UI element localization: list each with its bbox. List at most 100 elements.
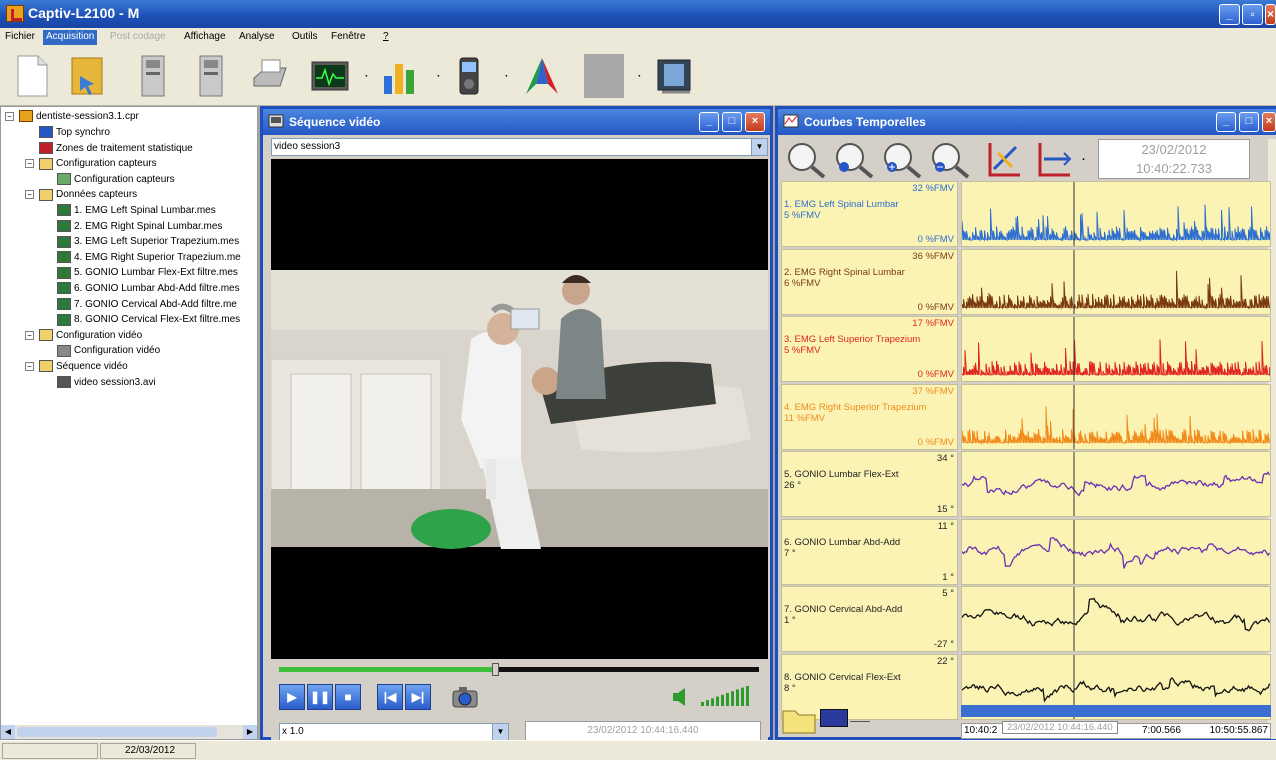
video-source-select[interactable]: video session3 ▼ [271, 138, 768, 156]
video-progress-handle[interactable] [492, 663, 499, 676]
color-swatch[interactable] [820, 709, 848, 727]
snapshot-camera-icon[interactable] [451, 683, 481, 711]
curves-window-titlebar[interactable]: Courbes Temporelles _ □ × [778, 109, 1276, 135]
volume-meter-icon[interactable] [699, 686, 751, 708]
tree-item[interactable]: 2. EMG Right Spinal Lumbar.mes [57, 219, 222, 234]
track-plot[interactable] [961, 586, 1271, 653]
track-label[interactable]: 17 %FMV 3. EMG Left Superior Trapezium 5 %… [781, 316, 958, 382]
video-dropdown[interactable]: · [505, 71, 508, 82]
chart-button[interactable] [376, 51, 424, 101]
track-plot[interactable] [961, 451, 1271, 518]
track-label[interactable]: 5 ° 7. GONIO Cervical Abd-Add 1 ° -27 ° [781, 586, 958, 652]
chevron-down-icon[interactable]: ▼ [751, 139, 767, 155]
video-file-button[interactable] [650, 51, 698, 101]
tree-item[interactable]: 1. EMG Left Spinal Lumbar.mes [57, 203, 216, 218]
curves-maximize-button[interactable]: □ [1239, 112, 1259, 132]
tree-expander[interactable]: − [25, 159, 34, 169]
video-camera-icon [459, 57, 479, 95]
open-button[interactable] [64, 51, 112, 101]
track-label[interactable]: 11 ° 6. GONIO Lumbar Abd-Add 7 ° 1 ° [781, 518, 958, 585]
tree-expander[interactable]: − [25, 190, 34, 200]
menu-analyse[interactable]: Analyse [236, 30, 278, 45]
print-button[interactable] [246, 51, 294, 101]
zoom-info-icon[interactable] [832, 139, 876, 179]
menu-help[interactable]: ? [380, 30, 392, 45]
monitor-dropdown[interactable]: · [365, 71, 368, 82]
tree-item[interactable]: Configuration vidéo [39, 328, 142, 343]
menu-fichier[interactable]: Fichier [2, 30, 38, 45]
track-label[interactable]: 34 ° 5. GONIO Lumbar Flex-Ext 26 ° 15 ° [781, 451, 958, 517]
track-plot[interactable] [961, 316, 1271, 383]
monitor-button[interactable] [306, 51, 354, 101]
video-minimize-button[interactable]: _ [699, 112, 719, 132]
curves-minimize-button[interactable]: _ [1216, 112, 1236, 132]
restore-button[interactable]: ▫ [1242, 4, 1263, 25]
track-label[interactable]: 37 %FMV 4. EMG Right Superior Trapezium 11… [781, 383, 958, 450]
playback-speed-select[interactable]: x 1.0 ▼ [279, 723, 509, 741]
speaker-icon[interactable] [671, 687, 691, 707]
close-button[interactable]: × [1265, 4, 1276, 25]
tree-root-collapse[interactable]: − [5, 112, 14, 121]
tree-item[interactable]: 4. EMG Right Superior Trapezium.me [57, 250, 241, 265]
zoom-in-icon[interactable] [880, 139, 924, 179]
zoom-icon[interactable] [784, 139, 828, 179]
scroll-right-button[interactable]: ▶ [243, 725, 257, 739]
track-label[interactable]: 32 %FMV 1. EMG Left Spinal Lumbar 5 %FMV 0 … [781, 181, 958, 247]
tree-item[interactable]: 7. GONIO Cervical Abd-Add filtre.me [57, 297, 237, 312]
folder-icon[interactable] [781, 705, 821, 735]
track-plot[interactable] [961, 383, 1271, 451]
zoom-out-icon[interactable] [928, 139, 972, 179]
chart-dropdown[interactable]: · [437, 71, 440, 82]
tree-item[interactable]: 3. EMG Left Superior Trapezium.mes [57, 234, 239, 249]
menu-affichage[interactable]: Affichage [181, 30, 229, 45]
tree-item[interactable]: Top synchro [39, 125, 110, 140]
tree-horizontal-scrollbar[interactable]: ◀ ▶ [1, 725, 257, 739]
video-maximize-button[interactable]: □ [722, 112, 742, 132]
axis-fit-icon[interactable] [1034, 139, 1074, 179]
video-camera-button[interactable] [448, 51, 496, 101]
axis-scale-icon[interactable] [984, 139, 1024, 179]
tree-root[interactable]: dentiste-session3.1.cpr [19, 109, 139, 124]
track-label[interactable]: 36 %FMV 2. EMG Right Spinal Lumbar 6 %FMV 0… [781, 248, 958, 315]
video-close-button[interactable]: × [745, 112, 765, 132]
video-window-titlebar[interactable]: Séquence vidéo _ □ × [263, 109, 770, 135]
tree-item[interactable]: Séquence vidéo [39, 359, 128, 374]
track-plot[interactable] [961, 181, 1271, 248]
stop-button[interactable]: ■ [335, 684, 361, 710]
new-file-button[interactable] [8, 51, 56, 101]
menu-outils[interactable]: Outils [289, 30, 321, 45]
tree-item[interactable]: video session3.avi [57, 375, 156, 390]
logo-tool-button[interactable] [518, 51, 566, 101]
track-plot[interactable] [961, 518, 1271, 586]
track-plot[interactable] [961, 248, 1271, 316]
tree-item[interactable]: Données capteurs [39, 187, 137, 202]
tree-expander[interactable]: − [25, 330, 34, 340]
next-button[interactable]: ▶| [405, 684, 431, 710]
video-progress-track[interactable] [279, 667, 759, 672]
axis-dropdown[interactable]: · [1082, 154, 1086, 166]
tree-scroll-thumb[interactable] [17, 727, 217, 737]
tree-item[interactable]: Configuration capteurs [57, 172, 175, 187]
sensor-device-2-button[interactable] [186, 51, 234, 101]
previous-button[interactable]: |◀ [377, 684, 403, 710]
tree-item[interactable]: 6. GONIO Lumbar Abd-Add filtre.mes [57, 281, 240, 296]
chevron-down-icon[interactable]: ▼ [492, 724, 508, 740]
menu-fenetre[interactable]: Fenêtre [328, 30, 368, 45]
tree-expander[interactable]: − [25, 362, 34, 371]
tree-item[interactable]: Configuration capteurs [39, 156, 157, 171]
tree-item[interactable]: Configuration vidéo [57, 343, 160, 358]
sensor-device-button[interactable] [128, 51, 176, 101]
tree-item[interactable]: 8. GONIO Cervical Flex-Ext filtre.mes [57, 312, 240, 327]
timeline-scrollbar[interactable] [961, 705, 1271, 717]
curves-close-button[interactable]: × [1262, 112, 1276, 132]
scroll-left-button[interactable]: ◀ [1, 725, 15, 739]
minimize-button[interactable]: _ [1219, 4, 1240, 25]
blank-tool-button[interactable] [580, 51, 628, 101]
menu-acquisition[interactable]: Acquisition [43, 30, 98, 45]
blank-tool-dropdown[interactable]: · [638, 71, 641, 82]
tree-item[interactable]: 5. GONIO Lumbar Flex-Ext filtre.mes [57, 265, 238, 280]
video-frame[interactable] [270, 159, 768, 659]
tree-item[interactable]: Zones de traitement statistique [39, 141, 193, 156]
play-button[interactable]: ▶ [279, 684, 305, 710]
pause-button[interactable]: ❚❚ [307, 684, 333, 710]
